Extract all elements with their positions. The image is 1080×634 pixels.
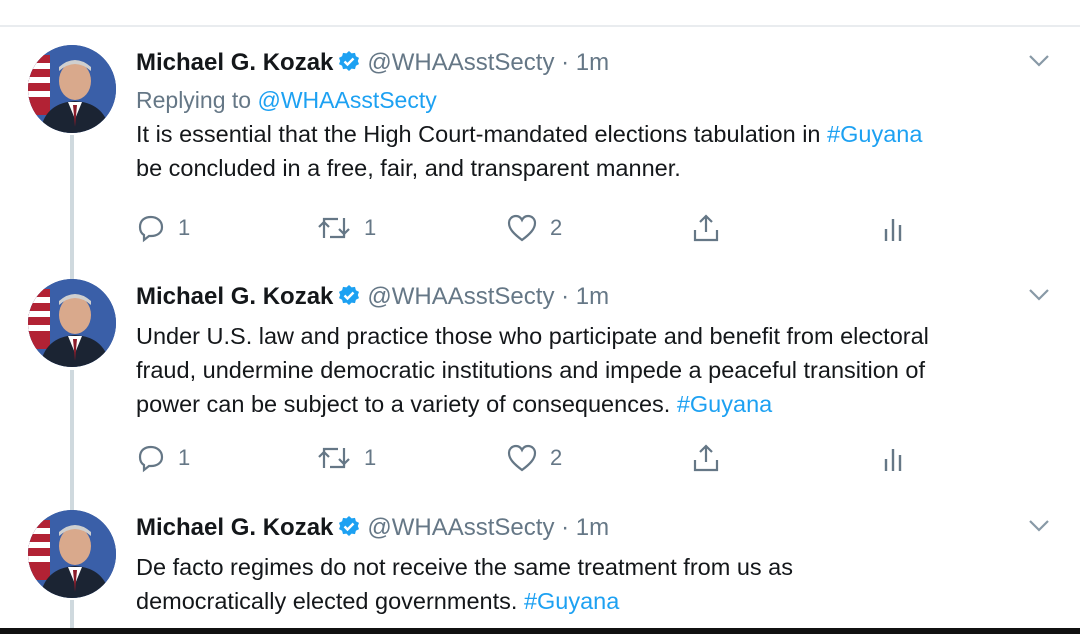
timestamp[interactable]: 1m bbox=[576, 49, 609, 76]
avatar[interactable] bbox=[28, 45, 116, 133]
reply-button[interactable]: 1 bbox=[136, 443, 190, 473]
avatar[interactable] bbox=[28, 279, 116, 367]
tweet-text: De facto regimes do not receive the same… bbox=[136, 550, 1050, 618]
share-icon bbox=[693, 214, 719, 242]
tweet[interactable]: Michael G. Kozak @WHAAsstSecty · 1m Under… bbox=[0, 260, 1080, 500]
reply-count: 1 bbox=[178, 445, 191, 470]
retweet-button[interactable]: 1 bbox=[316, 443, 376, 473]
display-name[interactable]: Michael G. Kozak bbox=[136, 49, 333, 76]
mention-link[interactable]: @WHAAsstSecty bbox=[257, 87, 436, 113]
analytics-button[interactable] bbox=[881, 213, 905, 243]
retweet-icon bbox=[318, 447, 350, 469]
display-name[interactable]: Michael G. Kozak bbox=[136, 514, 333, 541]
reply-button[interactable]: 1 bbox=[136, 213, 190, 243]
analytics-icon bbox=[884, 219, 902, 241]
separator: · bbox=[561, 283, 570, 310]
separator: · bbox=[561, 49, 570, 76]
tweet-text-line: De facto regimes do not receive the same… bbox=[136, 554, 793, 580]
tweet-text-line: power can be subject to a variety of con… bbox=[136, 391, 677, 417]
verified-badge-icon bbox=[337, 515, 361, 548]
user-handle[interactable]: @WHAAsstSecty bbox=[367, 514, 554, 541]
tweet-text: Under U.S. law and practice those who pa… bbox=[136, 319, 1050, 421]
analytics-icon bbox=[884, 449, 902, 471]
like-icon bbox=[507, 214, 537, 242]
like-button[interactable]: 2 bbox=[506, 213, 562, 243]
tweet-text-line: be concluded in a free, fair, and transp… bbox=[136, 155, 681, 181]
like-count: 2 bbox=[550, 445, 563, 470]
replying-to: Replying to @WHAAsstSecty bbox=[136, 83, 1050, 117]
hashtag-link[interactable]: #Guyana bbox=[524, 588, 619, 614]
share-icon bbox=[693, 444, 719, 472]
hashtag-link[interactable]: #Guyana bbox=[827, 121, 922, 147]
hashtag-link[interactable]: #Guyana bbox=[677, 391, 772, 417]
chevron-down-icon[interactable] bbox=[1028, 288, 1050, 302]
chevron-down-icon[interactable] bbox=[1028, 519, 1050, 533]
bottom-edge bbox=[0, 628, 1080, 634]
verified-badge-icon bbox=[337, 284, 361, 317]
tweet-text-line: Under U.S. law and practice those who pa… bbox=[136, 323, 929, 349]
timestamp[interactable]: 1m bbox=[576, 283, 609, 310]
tweet-actions: 1 1 2 bbox=[136, 213, 916, 243]
tweet-actions: 1 1 2 bbox=[136, 443, 916, 473]
timestamp[interactable]: 1m bbox=[576, 514, 609, 541]
separator: · bbox=[561, 514, 570, 541]
like-button[interactable]: 2 bbox=[506, 443, 562, 473]
tweet-text-line: fraud, undermine democratic institutions… bbox=[136, 357, 926, 383]
tweet-header: Michael G. Kozak @WHAAsstSecty · 1m bbox=[136, 47, 1050, 83]
share-button[interactable] bbox=[691, 443, 721, 473]
verified-badge-icon bbox=[337, 50, 361, 83]
tweet-text-line: democratically elected governments. bbox=[136, 588, 524, 614]
tweet[interactable]: Michael G. Kozak @WHAAsstSecty · 1m De fa… bbox=[0, 500, 1080, 634]
user-handle[interactable]: @WHAAsstSecty bbox=[367, 49, 554, 76]
tweet-header: Michael G. Kozak @WHAAsstSecty · 1m bbox=[136, 281, 1050, 317]
reply-count: 1 bbox=[178, 215, 191, 240]
retweet-icon bbox=[318, 217, 350, 239]
tweet-text-line: It is essential that the High Court-mand… bbox=[136, 121, 828, 147]
retweet-count: 1 bbox=[364, 445, 377, 470]
avatar[interactable] bbox=[28, 510, 116, 598]
analytics-button[interactable] bbox=[881, 443, 905, 473]
retweet-count: 1 bbox=[364, 215, 377, 240]
user-handle[interactable]: @WHAAsstSecty bbox=[367, 283, 554, 310]
replying-prefix: Replying to bbox=[136, 87, 252, 113]
display-name[interactable]: Michael G. Kozak bbox=[136, 283, 333, 310]
tweet[interactable]: Michael G. Kozak @WHAAsstSecty · 1m Reply… bbox=[0, 0, 1080, 260]
share-button[interactable] bbox=[691, 213, 721, 243]
like-icon bbox=[507, 444, 537, 472]
like-count: 2 bbox=[550, 215, 563, 240]
tweet-header: Michael G. Kozak @WHAAsstSecty · 1m bbox=[136, 512, 1050, 548]
chevron-down-icon[interactable] bbox=[1028, 54, 1050, 68]
reply-icon bbox=[138, 445, 164, 473]
tweet-text: It is essential that the High Court-mand… bbox=[136, 117, 1050, 185]
retweet-button[interactable]: 1 bbox=[316, 213, 376, 243]
reply-icon bbox=[138, 215, 164, 243]
